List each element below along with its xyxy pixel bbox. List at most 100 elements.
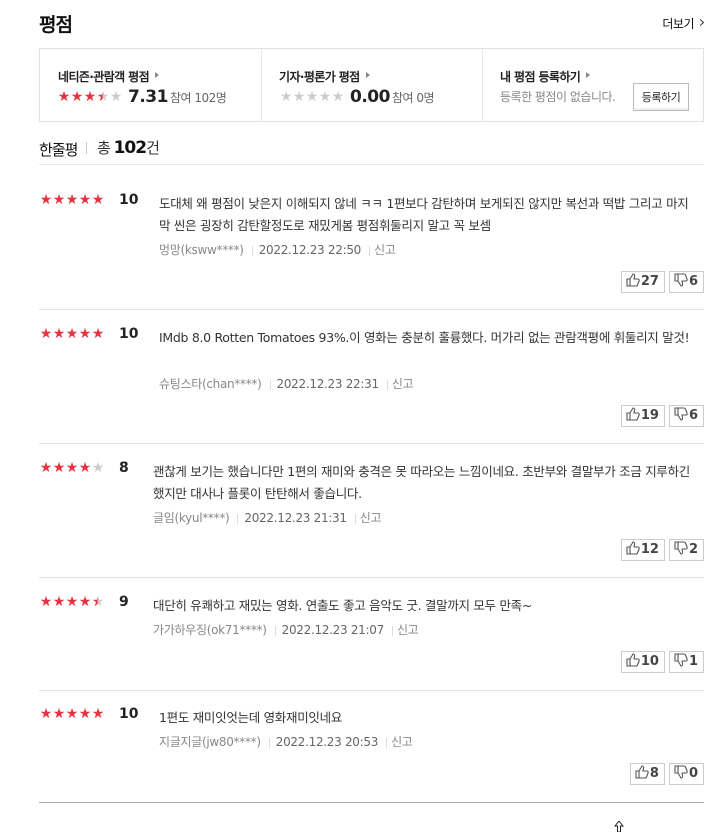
- star-icon: ★: [279, 89, 293, 105]
- star-icon: ★: [70, 89, 84, 105]
- divider: [251, 245, 253, 256]
- divider: [386, 737, 388, 748]
- divider: [354, 513, 356, 524]
- star-icon: ★: [91, 192, 105, 208]
- star-icon: ★: [318, 89, 332, 105]
- dislike-button[interactable]: 0: [668, 763, 704, 785]
- dislike-button[interactable]: 6: [668, 271, 704, 293]
- dislike-count: 0: [688, 766, 698, 781]
- report-link[interactable]: 신고: [392, 377, 414, 391]
- like-count: 27: [640, 274, 659, 289]
- like-button[interactable]: 8: [629, 763, 665, 785]
- vote-buttons: 27 6: [620, 271, 704, 293]
- review-user[interactable]: 멍망(ksww****): [159, 243, 244, 257]
- dislike-button[interactable]: 1: [668, 651, 704, 673]
- like-button[interactable]: 12: [620, 539, 665, 561]
- like-button[interactable]: 19: [620, 405, 665, 427]
- review-user[interactable]: 슈팅스타(chan****): [159, 377, 262, 391]
- divider: [369, 245, 370, 256]
- star-icon: ★: [39, 594, 53, 610]
- critic-score: 0.00: [350, 87, 390, 107]
- review-meta: 슈팅스타(chan****) 2022.12.23 22:31 신고: [159, 375, 414, 392]
- review-text: 도대체 왜 평점이 낮은지 이해되지 않네 ㅋㅋ 1편보다 감탄하며 보게되진 …: [159, 196, 689, 233]
- like-count: 19: [640, 408, 659, 423]
- star-icon: ★: [65, 192, 79, 208]
- like-button[interactable]: 10: [620, 651, 665, 673]
- star-icon: ★: [109, 89, 123, 105]
- star-icon: ★: [78, 460, 92, 476]
- netizen-score: 7.31: [128, 87, 168, 107]
- star-icon: ★: [52, 594, 66, 610]
- register-rating-button[interactable]: 등록하기: [633, 83, 689, 111]
- review-user[interactable]: 가가하우징(ok71****): [153, 623, 267, 637]
- star-icon: ★: [78, 594, 92, 610]
- total-prefix: 총: [97, 139, 114, 157]
- review-divider: [39, 690, 704, 691]
- list-bottom-divider: [39, 802, 704, 803]
- critic-rating: 기자·평론가 평점 ★★★★★ 0.00 참여 0명: [261, 49, 482, 121]
- reviews-label: 한줄평: [39, 141, 78, 159]
- critic-stars: ★★★★★: [279, 89, 345, 105]
- thumbs-up-icon: [626, 653, 640, 667]
- dislike-count: 6: [688, 274, 698, 289]
- review-item: ★★★★★ 10 도대체 왜 평점이 낮은지 이해되지 않네 ㅋㅋ 1편보다 감…: [39, 192, 704, 293]
- dislike-count: 1: [688, 654, 698, 669]
- reviews-total: 총 102건: [97, 137, 160, 158]
- my-rating-label[interactable]: 내 평점 등록하기: [500, 68, 591, 85]
- review-user[interactable]: 지글지글(jw80****): [159, 735, 261, 749]
- thumbs-up-icon: [626, 273, 640, 287]
- divider: [86, 142, 87, 154]
- report-link[interactable]: 신고: [360, 511, 382, 525]
- report-link[interactable]: 신고: [391, 735, 413, 749]
- review-meta: 글임(kyul****) 2022.12.23 21:31 신고: [153, 509, 382, 526]
- star-icon: ★: [65, 706, 79, 722]
- review-date: 2022.12.23 22:31: [276, 377, 380, 391]
- review-user[interactable]: 글임(kyul****): [153, 511, 230, 525]
- review-text: 1편도 재미잇엇는데 영화재미잇네요: [159, 710, 343, 725]
- vote-buttons: 19 6: [620, 405, 704, 427]
- my-rating-desc: 등록한 평점이 없습니다.: [500, 90, 616, 104]
- report-link[interactable]: 신고: [374, 243, 396, 257]
- more-link[interactable]: 더보기: [662, 15, 694, 32]
- review-item: ★★★★★ 8 괜찮게 보기는 했습니다만 1편의 재미와 충격은 못 따라오는…: [39, 460, 704, 561]
- review-divider: [39, 443, 704, 444]
- total-suffix: 건: [146, 139, 160, 157]
- review-date: 2022.12.23 21:31: [244, 511, 347, 525]
- review-date: 2022.12.23 22:50: [258, 243, 362, 257]
- review-stars: ★★★★★: [39, 594, 105, 610]
- thumbs-down-icon: [674, 765, 688, 779]
- divider: [391, 625, 393, 636]
- thumbs-down-icon: [674, 653, 688, 667]
- divider: [386, 379, 388, 390]
- review-stars: ★★★★★: [39, 460, 105, 476]
- star-icon: ★: [91, 594, 105, 610]
- dislike-button[interactable]: 2: [668, 539, 704, 561]
- section-title: 평점: [39, 14, 73, 36]
- review-stars: ★★★★★: [39, 706, 105, 722]
- netizen-rating: 네티즌·관람객 평점 ★★★★★ 7.31 참여 102명: [40, 49, 261, 121]
- my-rating: 내 평점 등록하기 등록한 평점이 없습니다. 등록하기: [482, 49, 703, 121]
- review-item: ★★★★★ 9 대단히 유쾌하고 재밌는 영화. 연출도 좋고 음악도 굿. 결…: [39, 594, 704, 675]
- rating-header: 평점 더보기: [39, 10, 704, 40]
- star-icon: ★: [65, 460, 79, 476]
- review-score: 10: [119, 706, 139, 722]
- star-icon: ★: [52, 706, 66, 722]
- like-button[interactable]: 27: [620, 271, 665, 293]
- thumbs-up-icon: [635, 765, 649, 779]
- dislike-count: 2: [688, 542, 698, 557]
- netizen-participants: 참여 102명: [169, 90, 227, 105]
- report-link[interactable]: 신고: [397, 623, 419, 637]
- divider: [274, 625, 276, 636]
- star-icon: ★: [78, 326, 92, 342]
- review-stars: ★★★★★: [39, 192, 105, 208]
- review-text: IMdb 8.0 Rotten Tomatoes 93%.이 영화는 충분히 훌…: [159, 330, 690, 345]
- rating-summary-box: 네티즌·관람객 평점 ★★★★★ 7.31 참여 102명 기자·평론가 평점 ★★…: [39, 48, 704, 122]
- review-score: 8: [119, 460, 129, 476]
- critic-rating-label[interactable]: 기자·평론가 평점: [279, 68, 370, 85]
- review-meta: 지글지글(jw80****) 2022.12.23 20:53 신고: [159, 733, 413, 750]
- review-divider: [39, 309, 704, 310]
- netizen-rating-label[interactable]: 네티즌·관람객 평점: [58, 68, 160, 85]
- review-text: 대단히 유쾌하고 재밌는 영화. 연출도 좋고 음악도 굿. 결말까지 모두 만…: [153, 598, 533, 613]
- dislike-button[interactable]: 6: [668, 405, 704, 427]
- review-divider: [39, 577, 704, 578]
